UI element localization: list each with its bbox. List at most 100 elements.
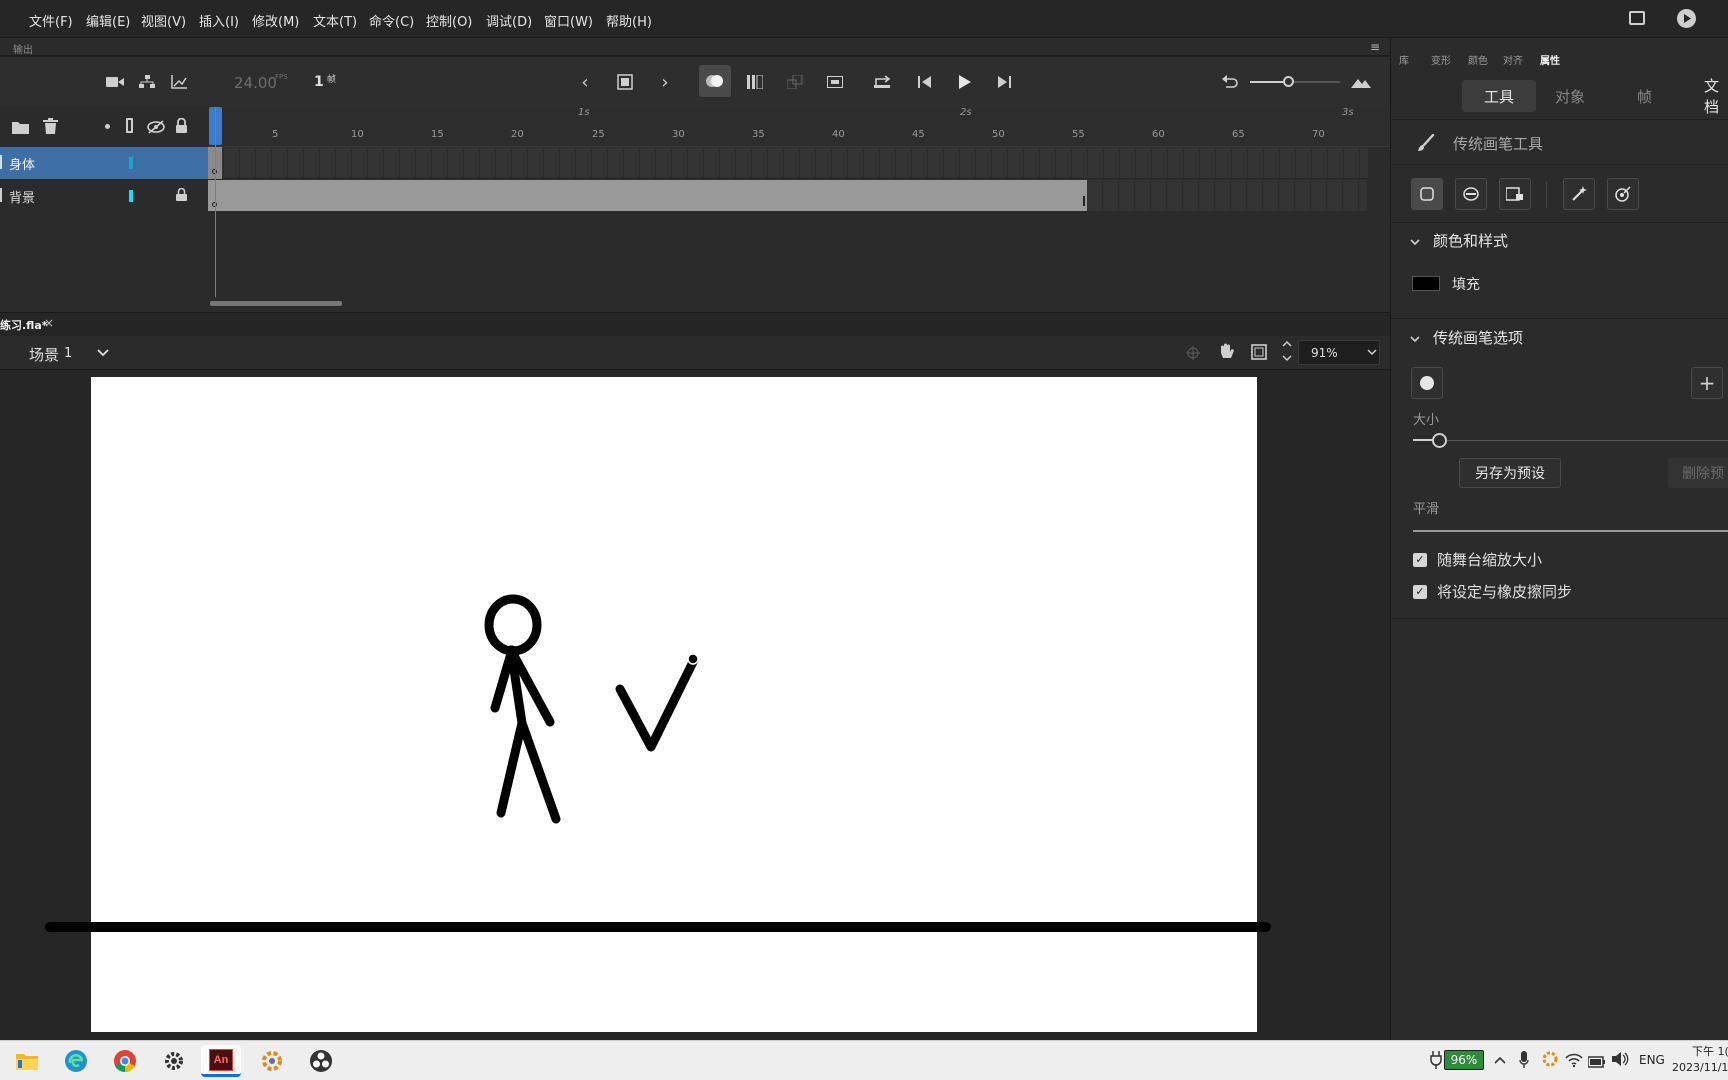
- add-brush-button[interactable]: +: [1691, 367, 1723, 399]
- section-color-style[interactable]: 颜色和样式: [1433, 230, 1508, 251]
- fps-value[interactable]: 24.00: [234, 74, 277, 92]
- frames-empty[interactable]: [1087, 180, 1367, 211]
- subtab-frame[interactable]: 帧: [1615, 80, 1674, 112]
- swap-icon[interactable]: [784, 71, 806, 93]
- document-tab[interactable]: 练习.fla*: [0, 317, 48, 333]
- section-collapse-chevron-icon[interactable]: [1409, 233, 1421, 252]
- layer-parenting-icon[interactable]: [136, 71, 158, 93]
- prev-keyframe-icon[interactable]: ‹: [574, 71, 596, 93]
- layer-lock-icon[interactable]: [176, 187, 187, 205]
- file-explorer-icon[interactable]: [7, 1045, 47, 1077]
- edit-multiple-frames-icon[interactable]: [744, 71, 766, 93]
- menu-text[interactable]: 文本(T): [313, 11, 357, 30]
- power-plug-icon[interactable]: [1430, 1051, 1442, 1073]
- mountain-icon[interactable]: [1350, 71, 1372, 93]
- close-tab-icon[interactable]: ×: [44, 316, 54, 330]
- magic-wand-button[interactable]: [1563, 178, 1595, 210]
- loop-icon[interactable]: [872, 71, 894, 93]
- playhead-line[interactable]: [215, 107, 216, 297]
- sync-eraser-checkbox[interactable]: ✓ 将设定与橡皮擦同步: [1413, 581, 1572, 602]
- zoom-dropdown-chevron-icon[interactable]: [1367, 344, 1377, 364]
- chrome-icon[interactable]: [105, 1045, 145, 1077]
- checkbox-checked-icon[interactable]: ✓: [1413, 552, 1427, 567]
- menu-control[interactable]: 控制(O): [426, 11, 472, 30]
- timeline-zoom-slider[interactable]: [1250, 76, 1340, 87]
- layer-row-background[interactable]: 背景: [0, 180, 208, 212]
- section-brush-options[interactable]: 传统画笔选项: [1433, 327, 1523, 348]
- scene-label[interactable]: 场景: [29, 344, 59, 365]
- stage-canvas[interactable]: [91, 377, 1257, 1032]
- chevron-up-icon[interactable]: [1493, 1052, 1507, 1071]
- drawing[interactable]: [91, 377, 1257, 1032]
- frame-ruler[interactable]: 1s 2s 3s 5 10 15 20 25 30 35 40 45 50 55…: [208, 107, 1390, 147]
- fill-color-swatch[interactable]: [1412, 276, 1440, 291]
- subtab-object[interactable]: 对象: [1533, 80, 1607, 112]
- zoom-input[interactable]: 91%: [1298, 340, 1380, 365]
- section-collapse-chevron-icon[interactable]: [1409, 330, 1421, 349]
- step-forward-icon[interactable]: [994, 71, 1016, 93]
- battery-icon[interactable]: [1587, 1053, 1606, 1072]
- layer-color-swatch[interactable]: [129, 157, 133, 169]
- brush-mode-fill-button[interactable]: [1455, 178, 1487, 210]
- menu-help[interactable]: 帮助(H): [606, 11, 652, 30]
- tab-color[interactable]: 颜色: [1468, 52, 1488, 67]
- speaker-icon[interactable]: [1611, 1051, 1629, 1071]
- clip-stage-icon[interactable]: [1251, 344, 1267, 364]
- timeline-scrollbar[interactable]: [210, 301, 342, 306]
- subtab-document[interactable]: 文档: [1682, 77, 1728, 116]
- menu-insert[interactable]: 插入(I): [199, 11, 239, 30]
- layer-row-body[interactable]: 身体: [0, 147, 208, 179]
- clock-time[interactable]: 下午 1(: [1692, 1043, 1728, 1059]
- frame-icon[interactable]: [824, 71, 846, 93]
- layer-color-swatch[interactable]: [129, 190, 133, 202]
- brush-shape-button[interactable]: [1411, 367, 1443, 399]
- scale-with-stage-checkbox[interactable]: ✓ 随舞台缩放大小: [1413, 549, 1542, 570]
- menu-modify[interactable]: 修改(M): [252, 11, 299, 30]
- tab-properties[interactable]: 属性: [1540, 52, 1560, 67]
- clock-date[interactable]: 2023/11/1: [1672, 1061, 1728, 1074]
- zoom-value[interactable]: 91%: [1311, 346, 1338, 360]
- menu-debug[interactable]: 调试(D): [486, 11, 532, 30]
- menu-window[interactable]: 窗口(W): [544, 11, 593, 30]
- frames-background[interactable]: [208, 180, 1087, 211]
- menu-edit[interactable]: 编辑(E): [86, 11, 130, 30]
- ground-line[interactable]: [45, 922, 1271, 932]
- obs-icon[interactable]: [301, 1045, 341, 1077]
- smooth-slider[interactable]: [1413, 530, 1728, 532]
- scene-dropdown-chevron-icon[interactable]: [97, 342, 109, 366]
- play-icon[interactable]: [954, 71, 976, 93]
- dot-icon[interactable]: [105, 124, 110, 129]
- pressure-button[interactable]: [1607, 178, 1639, 210]
- frames-body[interactable]: [208, 147, 1368, 179]
- checkbox-checked-icon[interactable]: ✓: [1413, 584, 1427, 599]
- tab-align[interactable]: 对齐: [1503, 52, 1523, 67]
- brush-mode-draw-button[interactable]: [1411, 178, 1443, 210]
- new-folder-icon[interactable]: [12, 119, 29, 138]
- size-slider[interactable]: [1413, 433, 1728, 448]
- menu-file[interactable]: 文件(F): [29, 11, 73, 30]
- scene-number[interactable]: 1: [64, 346, 72, 361]
- delete-layer-icon[interactable]: [43, 118, 58, 138]
- layer-name[interactable]: 身体: [9, 154, 35, 173]
- wifi-icon[interactable]: [1565, 1052, 1583, 1072]
- delete-preset-button[interactable]: 删除预: [1668, 458, 1728, 488]
- step-back-icon[interactable]: [914, 71, 936, 93]
- lock-icon[interactable]: [175, 117, 188, 137]
- hide-eye-icon[interactable]: [147, 119, 165, 138]
- undo-icon[interactable]: [1219, 71, 1241, 93]
- edge-icon[interactable]: [56, 1045, 96, 1077]
- layer-name[interactable]: 背景: [9, 187, 35, 206]
- lock-fill-button[interactable]: [1499, 178, 1531, 210]
- animate-app-icon[interactable]: An: [201, 1045, 241, 1077]
- size-slider-handle[interactable]: [1432, 433, 1447, 448]
- workspace-icon[interactable]: [1629, 11, 1645, 25]
- subtab-tool[interactable]: 工具: [1462, 80, 1537, 112]
- menu-view[interactable]: 视图(V): [141, 11, 186, 30]
- graph-icon[interactable]: [168, 71, 190, 93]
- hand-tool-icon[interactable]: [1217, 343, 1237, 365]
- zoom-stepper-icon[interactable]: [1281, 338, 1293, 368]
- center-stage-icon[interactable]: [1186, 345, 1200, 364]
- camera-icon[interactable]: [104, 71, 126, 93]
- menu-command[interactable]: 命令(C): [369, 11, 414, 30]
- save-preset-button[interactable]: 另存为预设: [1459, 458, 1561, 488]
